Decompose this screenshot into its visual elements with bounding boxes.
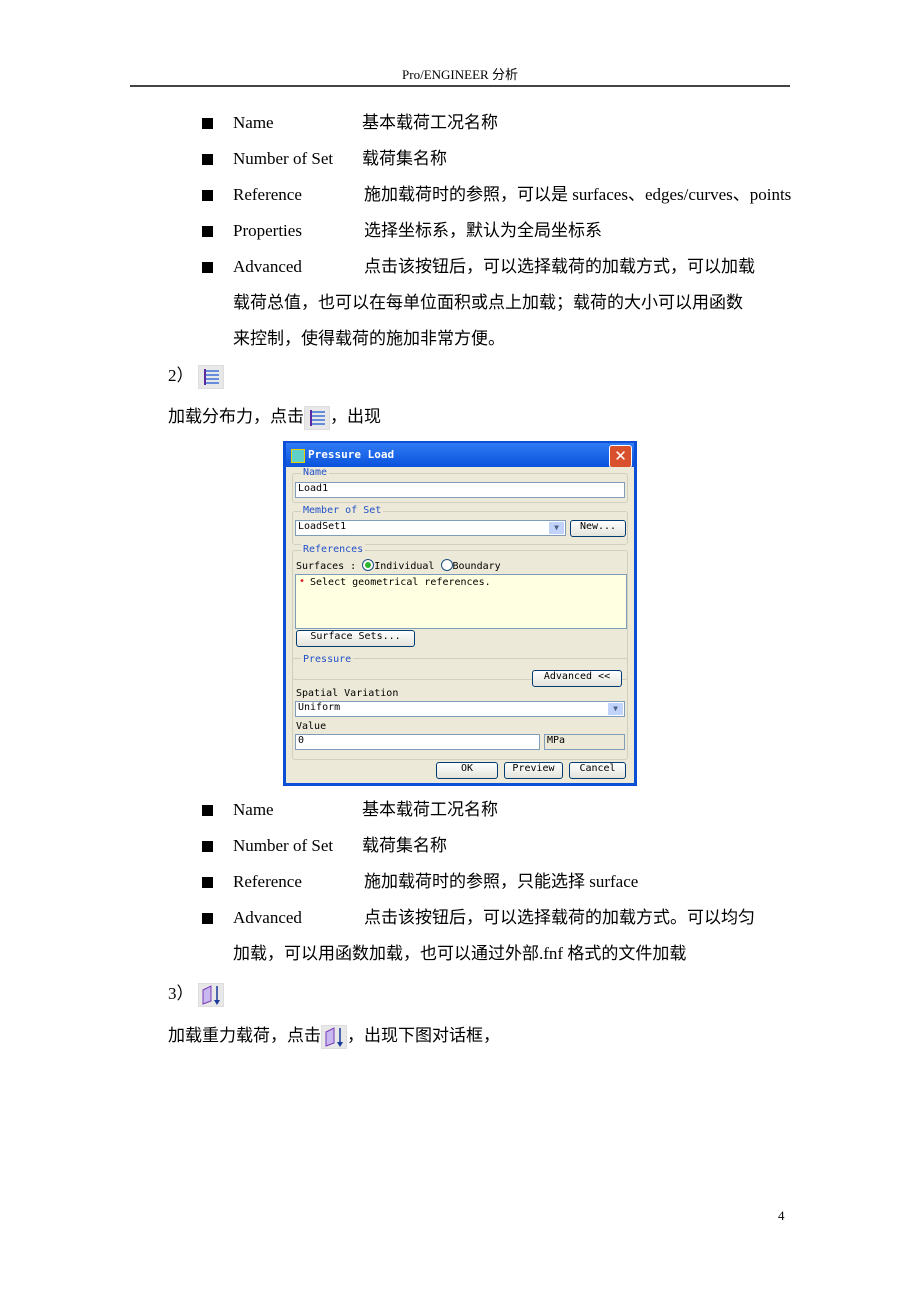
spatial-variation-label: Spatial Variation [296,688,399,699]
paragraph-line: 来控制，使得载荷的施加非常方便。 [233,329,505,348]
distributed-load-icon [197,365,224,390]
bullet-square-icon [202,118,213,129]
new-button[interactable]: New... [570,520,626,537]
section-number: 3） [168,984,194,1003]
bullet-desc: 点击该按钮后，可以选择载荷的加载方式，可以加载 [364,257,755,276]
intro-text: ，出现 [330,407,381,426]
bullet-square-icon [202,805,213,816]
chevron-down-icon[interactable]: ▼ [608,703,623,715]
bullet-term: Advanced [233,908,302,927]
references-label: References [301,544,366,555]
bullet-desc: 施加载荷时的参照，可以是 surfaces、edges/curves、point… [364,185,792,204]
section-number: 2） [168,366,194,385]
radio-individual[interactable] [362,559,375,571]
app-icon [291,449,305,463]
header-rule [130,85,790,87]
name-label: Name [301,467,330,478]
paragraph-line: 加载重力载荷，点击 ，出现下图对话框， [168,1024,500,1050]
dialog-body: Name Load1 Member of Set LoadSet1 ▼ New.… [286,467,634,783]
surfaces-label: Surfaces : [296,561,357,572]
bullet-desc: 基本载荷工况名称 [362,113,498,132]
dialog-titlebar[interactable]: Pressure Load ✕ [286,443,634,468]
references-collector[interactable]: • Select geometrical references. [295,574,627,629]
bullet-term: Reference [233,872,302,891]
bullet-term: Advanced [233,257,302,276]
value-label: Value [296,721,327,732]
radio-individual-label[interactable]: Individual [374,561,434,572]
intro-text: ，出现下图对话框， [347,1026,500,1045]
spatial-variation-value: Uniform [298,702,341,713]
bullet-desc: 基本载荷工况名称 [362,800,498,819]
bullet-desc: 选择坐标系，默认为全局坐标系 [364,221,602,240]
section-heading: 2） [168,364,224,390]
paragraph-line: 载荷总值，也可以在每单位面积或点上加载；载荷的大小可以用函数 [233,293,743,312]
bullet-square-icon [202,877,213,888]
bullet-desc: 载荷集名称 [362,149,447,168]
bullet-term: Number of Set [233,149,334,168]
bullet-dot-icon: • [299,576,306,587]
intro-text: 加载重力载荷，点击 [168,1026,321,1045]
name-input[interactable]: Load1 [295,482,625,498]
member-label: Member of Set [301,505,384,516]
bullet-term: Reference [233,185,302,204]
unit-field: MPa [544,734,625,750]
surface-sets-button[interactable]: Surface Sets... [296,630,415,647]
bullet-square-icon [202,841,213,852]
bullet-square-icon [202,190,213,201]
pressure-label: Pressure [301,654,354,665]
bullet-square-icon [202,154,213,165]
page-number: 4 [778,1208,785,1223]
member-select[interactable]: LoadSet1 ▼ [295,520,566,536]
bullet-term: Properties [233,221,302,240]
close-button[interactable]: ✕ [609,445,632,468]
radio-boundary[interactable] [440,559,453,571]
bullet-square-icon [202,226,213,237]
paragraph-line: 加载分布力，点击 ，出现 [168,405,381,431]
bullet-desc: 载荷集名称 [362,836,447,855]
bullet-desc: 点击该按钮后，可以选择载荷的加载方式。可以均匀 [364,908,755,927]
section-heading: 3） [168,982,224,1008]
advanced-button[interactable]: Advanced << [532,670,622,687]
bullet-square-icon [202,262,213,273]
surfaces-row: Surfaces : Individual Boundary [296,559,501,572]
preview-button[interactable]: Preview [504,762,563,779]
radio-boundary-label[interactable]: Boundary [453,561,501,572]
spatial-variation-select[interactable]: Uniform ▼ [295,701,625,717]
chevron-down-icon[interactable]: ▼ [549,522,564,534]
bullet-term: Number of Set [233,836,334,855]
pressure-load-dialog: Pressure Load ✕ Name Load1 Member of Set… [283,441,637,786]
bullet-term: Name [233,800,274,819]
dialog-title: Pressure Load [308,448,395,461]
bullet-square-icon [202,913,213,924]
page-header: Pro/ENGINEER 分析 [402,67,518,82]
paragraph-line: 加载，可以用函数加载，也可以通过外部.fnf 格式的文件加载 [233,944,687,963]
member-value: LoadSet1 [298,521,347,532]
distributed-load-icon [304,406,330,431]
ok-button[interactable]: OK [436,762,498,779]
bullet-desc: 施加载荷时的参照，只能选择 surface [364,872,639,891]
value-input[interactable]: 0 [295,734,540,750]
gravity-load-icon [197,983,224,1008]
references-message: Select geometrical references. [310,577,491,588]
cancel-button[interactable]: Cancel [569,762,626,779]
gravity-load-icon [321,1025,347,1050]
bullet-term: Name [233,113,274,132]
intro-text: 加载分布力，点击 [168,407,304,426]
